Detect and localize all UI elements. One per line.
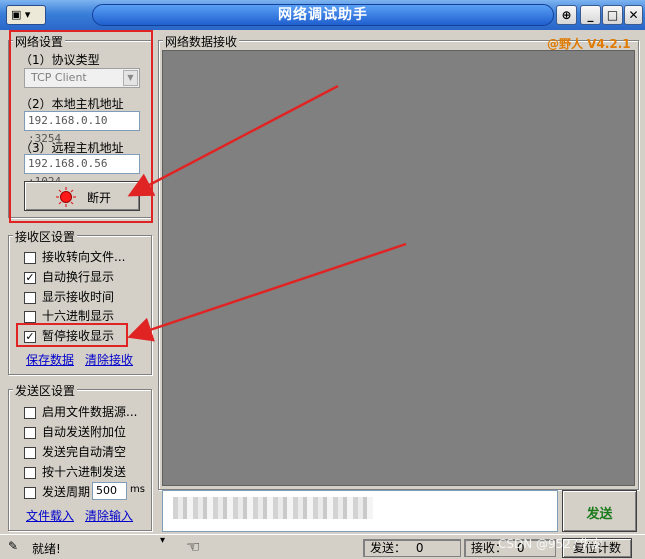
- receive-settings-title: 接收区设置: [13, 228, 78, 245]
- annotation-frame-network: [9, 30, 153, 223]
- option-label: 发送完自动清空: [42, 445, 127, 459]
- option-label: 显示接收时间: [42, 290, 115, 304]
- checkbox[interactable]: [24, 486, 36, 499]
- window-title: 网络调试助手: [92, 4, 554, 26]
- checkbox[interactable]: ✓: [24, 271, 36, 284]
- minimize-icon: _: [587, 8, 594, 22]
- sent-counter: 发送： 0: [363, 539, 461, 557]
- sent-label: 发送：: [370, 541, 407, 555]
- recv-option-redirect-file[interactable]: 接收转向文件...: [24, 248, 125, 264]
- maximize-button[interactable]: □: [602, 5, 623, 25]
- send-button-label: 发送: [586, 507, 613, 522]
- clear-receive-link[interactable]: 清除接收: [85, 351, 133, 368]
- send-settings-title: 发送区设置: [13, 382, 78, 399]
- load-file-link[interactable]: 文件载入: [26, 507, 74, 524]
- option-label: 启用文件数据源...: [42, 405, 138, 419]
- checkbox[interactable]: [24, 466, 36, 479]
- annotation-frame-pause: [16, 323, 128, 347]
- pin-icon: ⊕: [561, 8, 572, 22]
- maximize-icon: □: [606, 8, 619, 22]
- send-period-input[interactable]: 500: [92, 482, 127, 500]
- clear-input-link[interactable]: 清除输入: [85, 507, 133, 524]
- send-button[interactable]: 发送: [562, 490, 637, 532]
- title-bar: ▣ ▾ 网络调试助手 ⊕ _ □ ✕: [0, 0, 645, 30]
- period-unit: ms: [130, 484, 145, 495]
- receive-data-title: 网络数据接收: [163, 33, 240, 50]
- send-option-auto-clear[interactable]: 发送完自动清空: [24, 443, 126, 459]
- sent-value: 0: [415, 541, 424, 555]
- send-option-period[interactable]: 发送周期: [24, 483, 90, 499]
- receive-text-area[interactable]: [162, 50, 635, 486]
- option-label: 十六进制显示: [42, 309, 115, 323]
- save-data-link[interactable]: 保存数据: [26, 351, 74, 368]
- option-label: 自动换行显示: [42, 270, 115, 284]
- option-label: 按十六进制发送: [42, 465, 127, 479]
- system-menu-button[interactable]: ▣ ▾: [6, 5, 46, 25]
- recv-option-auto-wrap[interactable]: ✓ 自动换行显示: [24, 268, 114, 284]
- period-label: 发送周期: [42, 485, 91, 499]
- close-button[interactable]: ✕: [624, 5, 643, 25]
- checkbox[interactable]: [24, 446, 36, 459]
- recv-option-show-time[interactable]: 显示接收时间: [24, 288, 114, 304]
- chevron-down-icon: ▾: [24, 8, 31, 21]
- minimize-button[interactable]: _: [580, 5, 601, 25]
- send-input-area[interactable]: [162, 490, 558, 532]
- pin-button[interactable]: ⊕: [556, 5, 577, 25]
- checkbox[interactable]: [24, 251, 36, 264]
- checkbox[interactable]: [24, 310, 36, 323]
- app-icon: ▣: [11, 8, 22, 21]
- watermark: CSDN @9527华安: [498, 537, 603, 551]
- pointer-hand-icon: ☜: [186, 537, 201, 556]
- recv-option-hex-display[interactable]: 十六进制显示: [24, 307, 114, 323]
- status-ready: 就绪!: [32, 542, 61, 556]
- option-label: 接收转向文件...: [42, 250, 126, 264]
- checkbox[interactable]: [24, 406, 36, 419]
- send-content-placeholder: [173, 497, 373, 519]
- send-option-hex-send[interactable]: 按十六进制发送: [24, 463, 126, 479]
- close-icon: ✕: [628, 8, 639, 22]
- checkbox[interactable]: [24, 291, 36, 304]
- status-icon: ✎: [8, 539, 19, 553]
- checkbox[interactable]: [24, 426, 36, 439]
- send-option-append-bits[interactable]: 自动发送附加位: [24, 423, 126, 439]
- send-option-file-source[interactable]: 启用文件数据源...: [24, 403, 137, 419]
- status-bar: ✎ 就绪! ▾ ☜ 发送： 0 接收： 0 复位计数 CSDN @9527华安: [0, 534, 645, 559]
- chevron-down-icon: ▾: [160, 535, 166, 546]
- option-label: 自动发送附加位: [42, 425, 127, 439]
